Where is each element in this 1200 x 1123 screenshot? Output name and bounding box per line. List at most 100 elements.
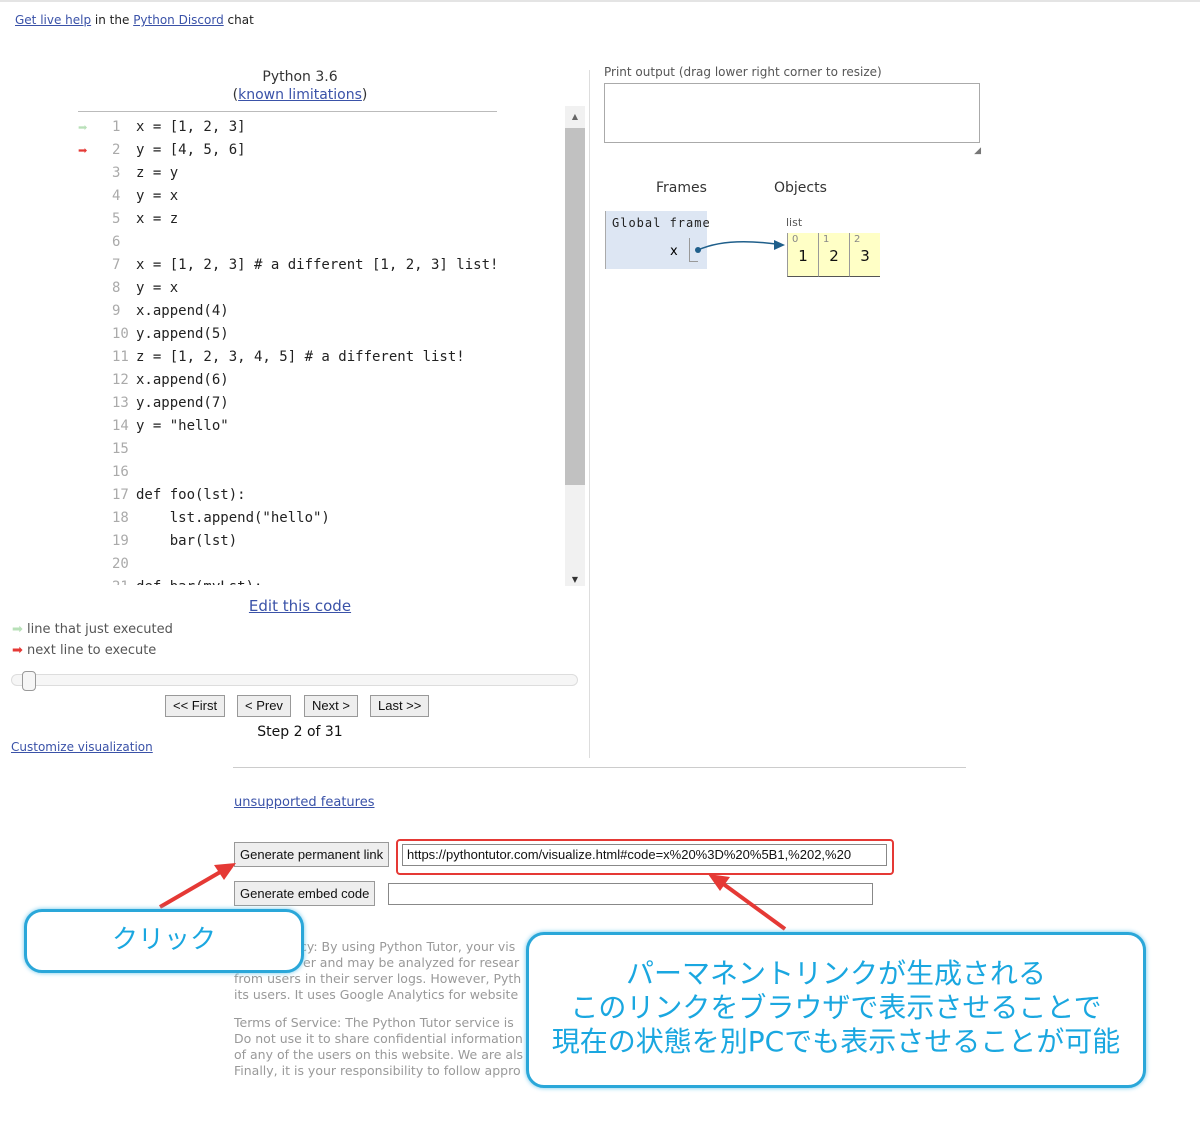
line-code: def foo(lst):: [136, 487, 246, 503]
code-line: 5 x = z: [78, 208, 562, 231]
code-line: 14 y = "hello": [78, 415, 562, 438]
line-code: def bar(myLst):: [136, 576, 262, 585]
step-slider[interactable]: [11, 674, 578, 686]
line-number: 15: [112, 441, 129, 457]
permanent-link-callout: パーマネントリンクが生成される このリンクをブラウザで表示させることで 現在の状…: [526, 932, 1146, 1088]
code-line: 19 bar(lst): [78, 530, 562, 553]
line-code: y.append(5): [136, 326, 229, 342]
slider-handle[interactable]: [22, 671, 36, 691]
variable-name: x: [670, 244, 678, 259]
next-button[interactable]: Next >: [304, 695, 358, 717]
line-code: y = "hello": [136, 418, 229, 434]
unsupported-features-link[interactable]: unsupported features: [234, 795, 374, 810]
live-help-bar: Get live help in the Python Discord chat: [15, 13, 254, 27]
code-line: 4 y = x: [78, 185, 562, 208]
code-line: 6: [78, 231, 562, 254]
line-code: x.append(6): [136, 372, 229, 388]
line-number: 14: [112, 418, 129, 434]
line-number: 8: [112, 280, 121, 296]
green-arrow-icon: ➡: [78, 118, 88, 137]
print-output-box[interactable]: ◢: [604, 83, 981, 156]
line-code: y = x: [136, 188, 179, 204]
code-line: ➡ 1 x = [1, 2, 3]: [78, 116, 562, 139]
list-element: 12: [818, 233, 849, 277]
line-number: 20: [112, 556, 129, 572]
line-number: 7: [112, 257, 121, 273]
list-index: 2: [854, 234, 861, 245]
python-discord-link[interactable]: Python Discord: [133, 13, 224, 27]
step-counter: Step 2 of 31: [257, 724, 343, 740]
line-code: y = x: [136, 280, 179, 296]
list-type-label: list: [786, 216, 803, 229]
line-number: 4: [112, 188, 121, 204]
code-line: 3 z = y: [78, 162, 562, 185]
scrollbar-thumb[interactable]: [565, 128, 585, 485]
legend-executed: ➡ line that just executed: [12, 622, 173, 637]
objects-heading: Objects: [774, 180, 827, 196]
last-button[interactable]: Last >>: [370, 695, 430, 717]
known-limitations-link[interactable]: known limitations: [238, 87, 362, 103]
line-number: 2: [112, 142, 121, 158]
divider: [233, 767, 966, 768]
line-number: 5: [112, 211, 121, 227]
print-output-label: Print output (drag lower right corner to…: [604, 65, 882, 79]
line-code: bar(lst): [136, 533, 238, 549]
line-number: 6: [112, 234, 121, 250]
code-line: 16: [78, 461, 562, 484]
list-value: 2: [829, 247, 839, 265]
red-arrow-to-button: [158, 863, 236, 909]
red-arrow-icon: ➡: [78, 141, 88, 160]
live-help-link[interactable]: Get live help: [15, 13, 91, 27]
line-code: x = [1, 2, 3] # a different [1, 2, 3] li…: [136, 257, 499, 273]
customize-visualization-link[interactable]: Customize visualization: [11, 740, 153, 754]
global-frame-title: Global frame: [612, 216, 711, 230]
line-number: 11: [112, 349, 129, 365]
code-line: 12 x.append(6): [78, 369, 562, 392]
code-line: 18 lst.append("hello"): [78, 507, 562, 530]
line-number: 17: [112, 487, 129, 503]
line-number: 19: [112, 533, 129, 549]
line-number: 1: [112, 119, 121, 135]
list-index: 0: [792, 234, 799, 245]
code-line: 17 def foo(lst):: [78, 484, 562, 507]
list-value: 3: [860, 247, 870, 265]
line-number: 9: [112, 303, 121, 319]
line-number: 3: [112, 165, 121, 181]
code-line: 8 y = x: [78, 277, 562, 300]
line-number: 12: [112, 372, 129, 388]
list-element: 01: [787, 233, 818, 277]
line-number: 10: [112, 326, 129, 342]
divider: [78, 111, 497, 112]
edit-code-link[interactable]: Edit this code: [249, 597, 351, 615]
code-display: ➡ 1 x = [1, 2, 3] ➡ 2 y = [4, 5, 6] 3 z = y 4 y =…: [78, 116, 562, 585]
frames-heading: Frames: [656, 180, 707, 196]
first-button[interactable]: << First: [165, 695, 226, 717]
green-arrow-icon: ➡: [12, 622, 23, 637]
code-line: 21def bar(myLst):: [78, 576, 562, 585]
generate-permanent-link-button[interactable]: Generate permanent link: [234, 842, 390, 867]
language-header: Python 3.6 (known limitations): [232, 69, 368, 103]
line-code: x = [1, 2, 3]: [136, 119, 246, 135]
line-code: lst.append("hello"): [136, 510, 330, 526]
divider: [589, 70, 590, 758]
list-element: 23: [849, 233, 880, 277]
line-code: y = [4, 5, 6]: [136, 142, 246, 158]
click-callout: クリック: [24, 909, 304, 973]
prev-button[interactable]: < Prev: [237, 695, 291, 717]
code-line: 7 x = [1, 2, 3] # a different [1, 2, 3] l…: [78, 254, 562, 277]
list-index: 1: [823, 234, 830, 245]
code-line: 10 y.append(5): [78, 323, 562, 346]
code-line: 15: [78, 438, 562, 461]
line-code: x = z: [136, 211, 179, 227]
resize-handle-icon[interactable]: ◢: [974, 146, 981, 156]
line-number: 16: [112, 464, 129, 480]
line-number: 21: [106, 576, 136, 585]
line-code: y.append(7): [136, 395, 229, 411]
code-line: 20: [78, 553, 562, 576]
embed-code-field[interactable]: [388, 883, 873, 905]
generate-embed-code-button[interactable]: Generate embed code: [234, 881, 376, 906]
highlight-box: [396, 839, 894, 875]
line-code: z = [1, 2, 3, 4, 5] # a different list!: [136, 349, 465, 365]
code-line: 11 z = [1, 2, 3, 4, 5] # a different list…: [78, 346, 562, 369]
code-line: 13 y.append(7): [78, 392, 562, 415]
